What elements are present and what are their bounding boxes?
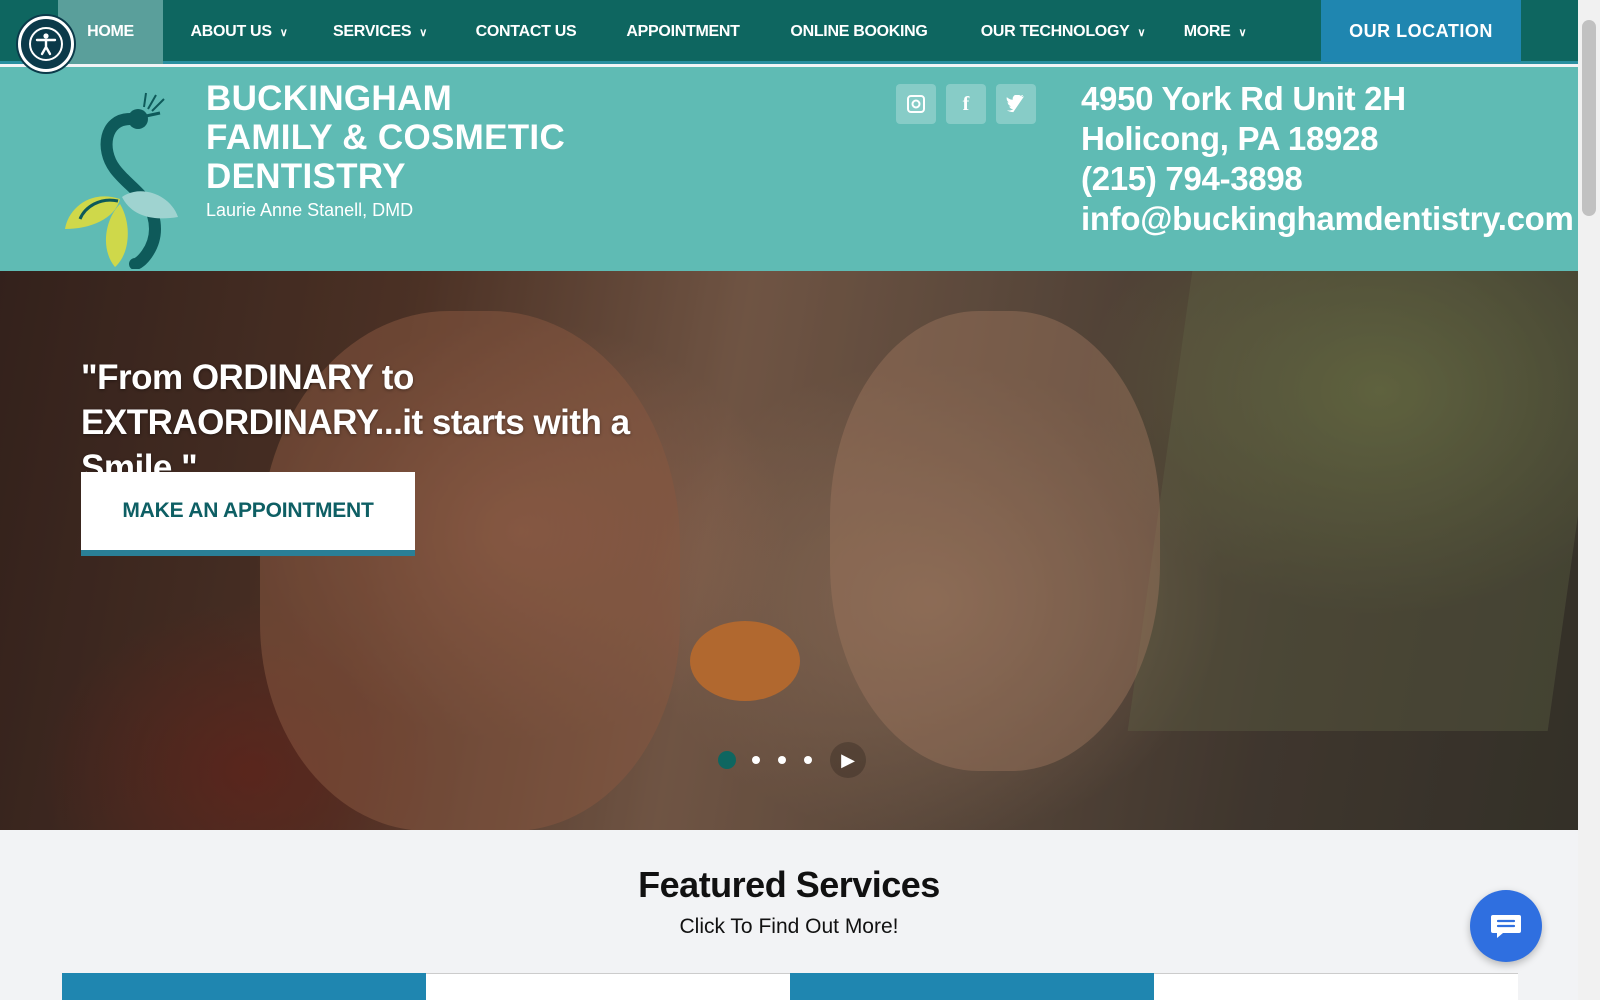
doctor-name: Laurie Anne Stanell, DMD [206, 200, 414, 220]
nav-label: OUR TECHNOLOGY [980, 23, 1130, 40]
twitter-icon [1006, 95, 1025, 113]
facebook-icon: f [962, 92, 970, 115]
nav-label: CONTACT US [475, 23, 577, 40]
email-link[interactable]: info@buckinghamdentistry.com [1081, 199, 1574, 239]
nav-item-services[interactable]: SERVICES ∨ [320, 0, 440, 64]
instagram-button[interactable] [896, 84, 936, 124]
nav-label: ONLINE BOOKING [790, 23, 928, 40]
accessibility-icon [29, 27, 63, 61]
service-card-4[interactable] [1154, 973, 1518, 1000]
instagram-icon [907, 95, 925, 113]
scrollbar-thumb[interactable] [1582, 20, 1596, 216]
nav-label: ABOUT US [190, 23, 272, 40]
chevron-down-icon: ∨ [1238, 26, 1247, 39]
brand-name-line2: FAMILY & COSMETIC [206, 118, 566, 157]
slider-play-button[interactable]: ▶ [830, 742, 866, 778]
nav-item-online-booking[interactable]: ONLINE BOOKING [780, 0, 938, 64]
phone-link[interactable]: (215) 794-3898 [1081, 159, 1574, 199]
nav-label: HOME [87, 23, 134, 40]
featured-subtitle: Click To Find Out More! [679, 915, 899, 938]
hero-quote: "From ORDINARY to EXTRAORDINARY...it sta… [81, 358, 630, 487]
site-header: BUCKINGHAM FAMILY & COSMETIC DENTISTRY L… [0, 67, 1578, 271]
service-card-1[interactable] [62, 973, 426, 1000]
featured-services-section: Featured Services Click To Find Out More… [0, 830, 1578, 1000]
scrollbar[interactable] [1578, 0, 1600, 1000]
nav-item-more[interactable]: MORE ∨ [1170, 0, 1260, 64]
play-icon: ▶ [841, 749, 855, 770]
address-line1[interactable]: 4950 York Rd Unit 2H [1081, 79, 1574, 119]
accessibility-button[interactable] [18, 16, 74, 72]
slider-dot-2[interactable] [752, 756, 760, 764]
featured-title: Featured Services [638, 864, 940, 905]
nav-label: SERVICES [333, 23, 412, 40]
brand-block[interactable]: BUCKINGHAM FAMILY & COSMETIC DENTISTRY L… [206, 79, 565, 221]
service-card-2[interactable] [426, 973, 790, 1000]
nav-item-appointment[interactable]: APPOINTMENT [618, 0, 748, 64]
twitter-button[interactable] [996, 84, 1036, 124]
nav-item-our-technology[interactable]: OUR TECHNOLOGY ∨ [968, 0, 1158, 64]
service-card-3[interactable] [790, 973, 1154, 1000]
slider-dot-3[interactable] [778, 756, 786, 764]
slider-dot-1[interactable] [718, 751, 736, 769]
hero-slider: "From ORDINARY to EXTRAORDINARY...it sta… [0, 271, 1578, 830]
slider-dots: ▶ [718, 742, 866, 778]
nav-item-home[interactable]: HOME [58, 0, 163, 64]
peacock-logo[interactable] [60, 89, 180, 269]
brand-name-line1: BUCKINGHAM [206, 79, 453, 118]
chevron-down-icon: ∨ [279, 26, 288, 39]
nav-label: MORE [1183, 23, 1231, 40]
nav-item-about-us[interactable]: ABOUT US ∨ [174, 0, 304, 64]
chat-bubble-icon [1491, 915, 1521, 938]
make-appointment-button[interactable]: MAKE AN APPOINTMENT [81, 472, 415, 556]
nav-label: APPOINTMENT [626, 23, 740, 40]
chevron-down-icon: ∨ [1137, 26, 1146, 39]
brand-name-line3: DENTISTRY [206, 157, 406, 196]
contact-block: 4950 York Rd Unit 2H Holicong, PA 18928 … [1081, 79, 1574, 239]
slider-dot-4[interactable] [804, 756, 812, 764]
chat-button[interactable] [1470, 890, 1542, 962]
our-location-button[interactable]: OUR LOCATION [1321, 0, 1521, 62]
nav-item-contact-us[interactable]: CONTACT US [466, 0, 586, 64]
facebook-button[interactable]: f [946, 84, 986, 124]
address-line2[interactable]: Holicong, PA 18928 [1081, 119, 1574, 159]
top-nav: HOME ABOUT US ∨ SERVICES ∨ CONTACT US APPO… [0, 0, 1578, 64]
chevron-down-icon: ∨ [419, 26, 427, 39]
